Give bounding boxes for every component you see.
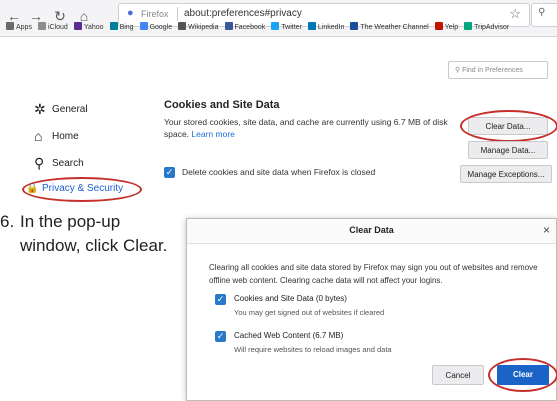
sidebar-item-home[interactable]: ⌂ Home: [34, 128, 79, 144]
firefox-icon: ●: [127, 7, 134, 19]
cookies-site-data-label: Cookies and Site Data (0 bytes): [234, 294, 347, 303]
sidebar-item-search[interactable]: ⚲ Search: [34, 155, 84, 172]
bookmark-favicon-icon: [139, 22, 148, 30]
bookmark-favicon-icon: [73, 22, 82, 30]
bookmark-item[interactable]: Yahoo: [73, 22, 104, 31]
cookies-description: Your stored cookies, site data, and cach…: [164, 116, 454, 140]
url-brand: Firefox: [141, 9, 169, 19]
bookmark-label: Google: [149, 24, 173, 31]
search-icon: ⚲: [538, 7, 546, 18]
bookmark-label: The Weather Channel: [360, 24, 429, 31]
bookmark-label: Bing: [119, 24, 134, 31]
highlight-ring: [22, 177, 142, 202]
bookmark-favicon-icon: [271, 22, 280, 30]
bookmark-label: TripAdvisor: [474, 24, 510, 31]
bookmark-item[interactable]: Facebook: [224, 22, 266, 31]
cached-web-content-checkbox[interactable]: ✓: [215, 331, 226, 342]
bookmark-favicon-icon: [37, 22, 46, 30]
bookmark-favicon-icon: [434, 22, 443, 30]
bookmark-label: iCloud: [47, 24, 68, 31]
bookmark-favicon-icon: [178, 22, 187, 30]
manage-exceptions-button[interactable]: Manage Exceptions...: [460, 165, 552, 183]
gear-icon: ✲: [34, 101, 46, 117]
step-instruction: In the pop-up window, click Clear.: [20, 212, 168, 255]
section-title: Cookies and Site Data: [164, 99, 280, 111]
home-icon: ⌂: [34, 128, 43, 144]
bookmark-item[interactable]: LinkedIn: [307, 22, 345, 31]
learn-more-link[interactable]: Learn more: [191, 129, 234, 139]
bookmark-favicon-icon: [307, 22, 316, 30]
bookmark-favicon-icon: [224, 22, 233, 30]
cookies-site-data-hint: You may get signed out of websites if cl…: [234, 308, 385, 317]
bookmark-item[interactable]: Yelp: [434, 22, 459, 31]
cookies-site-data-checkbox[interactable]: ✓: [215, 294, 226, 305]
url-separator: [177, 7, 178, 21]
bookmark-label: Yelp: [444, 24, 459, 31]
bookmark-label: Apps: [16, 24, 32, 31]
bookmark-item[interactable]: Bing: [109, 22, 134, 31]
bookmark-favicon-icon: [350, 22, 359, 30]
bookmark-item[interactable]: Google: [139, 22, 173, 31]
bookmark-item[interactable]: Twitter: [271, 22, 302, 31]
bookmark-label: Twitter: [281, 24, 302, 31]
sidebar-item-label: Home: [52, 131, 79, 142]
clear-data-dialog: Clear Data × Clearing all cookies and si…: [186, 218, 557, 401]
cached-web-content-label: Cached Web Content (6.7 MB): [234, 331, 344, 340]
bookmark-favicon-icon: [6, 22, 14, 30]
delete-on-close-label: Delete cookies and site data when Firefo…: [182, 167, 376, 177]
bookmark-label: Facebook: [234, 24, 266, 31]
delete-on-close-checkbox[interactable]: ✓: [164, 167, 175, 178]
bookmark-label: Wikipedia: [188, 24, 219, 31]
bookmark-item[interactable]: The Weather Channel: [350, 22, 429, 31]
cancel-button[interactable]: Cancel: [432, 365, 484, 385]
bookmark-item[interactable]: TripAdvisor: [464, 22, 509, 31]
cached-web-content-hint: Will require websites to reload images a…: [234, 345, 392, 354]
bookmark-favicon-icon: [109, 22, 118, 30]
highlight-ring: [460, 110, 557, 142]
search-icon: ⚲: [34, 155, 45, 171]
bookmark-label: LinkedIn: [317, 24, 345, 31]
url-text: about:preferences#privacy: [184, 8, 302, 19]
dialog-header: Clear Data ×: [187, 219, 556, 244]
dialog-title: Clear Data: [349, 225, 394, 235]
find-in-preferences-input[interactable]: ⚲ Find in Preferences: [448, 61, 548, 79]
sidebar-item-general[interactable]: ✲ General: [34, 101, 88, 118]
bookmark-star-icon[interactable]: ☆: [509, 6, 521, 22]
step-number: 6.: [0, 212, 15, 231]
sidebar-item-label: General: [52, 104, 88, 115]
bookmark-label: Yahoo: [83, 24, 104, 31]
find-placeholder: Find in Preferences: [462, 67, 523, 74]
sidebar-item-label: Search: [52, 158, 84, 169]
bookmark-item[interactable]: iCloud: [37, 22, 68, 31]
bookmark-favicon-icon: [464, 22, 473, 30]
bookmark-item[interactable]: Apps: [6, 22, 32, 31]
bookmark-item[interactable]: Wikipedia: [178, 22, 219, 31]
bookmarks-bar: Apps iCloud Yahoo Bing Google Wikipedia Facebo…: [0, 22, 557, 36]
highlight-ring: [488, 358, 557, 392]
dialog-intro: Clearing all cookies and site data store…: [209, 263, 538, 285]
manage-data-button[interactable]: Manage Data...: [468, 141, 548, 159]
close-icon[interactable]: ×: [543, 223, 550, 237]
